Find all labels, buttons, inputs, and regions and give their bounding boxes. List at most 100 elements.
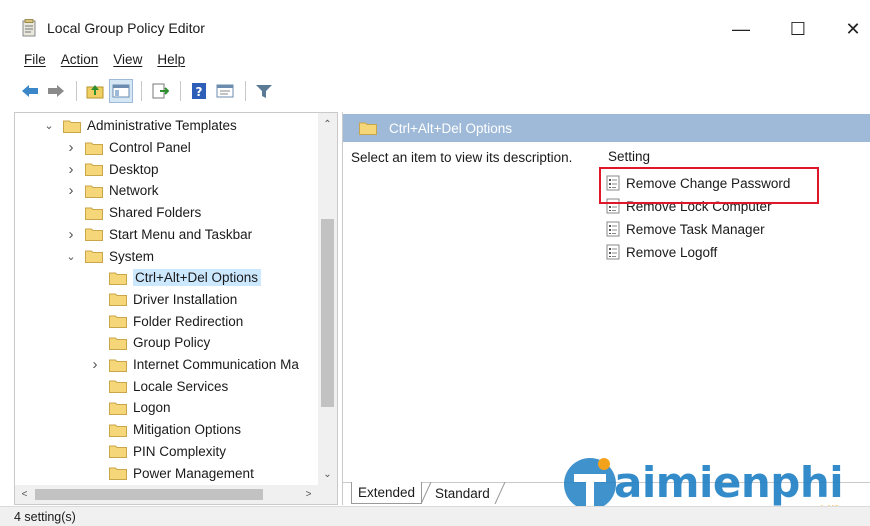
forward-arrow-icon	[48, 85, 64, 97]
folder-icon	[85, 228, 103, 242]
tree-item[interactable]: › Desktop	[69, 158, 159, 180]
description-text: Select an item to view its description.	[351, 150, 573, 165]
scroll-thumb[interactable]	[321, 219, 334, 407]
tree-item-label: Shared Folders	[109, 205, 202, 221]
tree-vertical-scrollbar[interactable]: ⌃ ⌄	[318, 113, 337, 485]
export-list-icon	[152, 83, 169, 99]
forward-button[interactable]	[44, 79, 68, 103]
scroll-up-icon[interactable]: ⌃	[318, 115, 337, 133]
title-bar: Local Group Policy Editor — ☐ ✕	[0, 0, 870, 46]
status-bar: 4 setting(s)	[0, 506, 870, 526]
up-folder-icon	[86, 85, 104, 99]
folder-icon	[85, 207, 103, 220]
show-hide-tree-button[interactable]	[109, 79, 133, 103]
tab-standard-label: Standard	[435, 485, 490, 501]
menu-help[interactable]: Help	[157, 52, 185, 67]
chevron-right-icon[interactable]: ›	[65, 161, 77, 178]
folder-icon	[109, 445, 127, 459]
tree-item[interactable]: Power Management	[109, 462, 254, 484]
setting-column-header[interactable]: Setting	[608, 149, 650, 164]
minimize-button[interactable]: —	[718, 14, 764, 44]
group-policy-app-icon	[22, 19, 36, 37]
navigation-tree-pane[interactable]: ⌄ Administrative Templates › Control Panel ›…	[14, 112, 338, 505]
tree-item[interactable]: Group Policy	[109, 332, 210, 354]
tree-item[interactable]: Ctrl+Alt+Del Options	[109, 267, 262, 289]
setting-row[interactable]: Remove Logoff	[606, 241, 717, 263]
tree-item[interactable]: › Start Menu and Taskbar	[69, 224, 253, 246]
filter-icon	[256, 85, 272, 98]
policy-setting-icon	[606, 244, 620, 260]
menu-view[interactable]: View	[113, 52, 142, 67]
highlight-box	[599, 167, 819, 204]
tree-item-label: PIN Complexity	[133, 443, 227, 459]
tree-horizontal-scrollbar[interactable]: < >	[15, 485, 337, 504]
tab-standard[interactable]: Standard	[429, 482, 496, 504]
toolbar-separator	[76, 81, 77, 101]
scroll-down-icon[interactable]: ⌄	[318, 465, 337, 483]
export-list-button[interactable]	[148, 79, 172, 103]
tab-extended[interactable]: Extended	[351, 482, 423, 504]
chevron-right-icon[interactable]: ›	[65, 226, 77, 243]
back-arrow-icon	[22, 85, 38, 97]
chevron-right-icon[interactable]: ›	[65, 139, 77, 156]
menu-action[interactable]: Action	[61, 52, 99, 67]
scroll-right-icon[interactable]: >	[299, 485, 318, 504]
tree-item[interactable]: Mitigation Options	[109, 419, 241, 441]
up-one-level-button[interactable]	[83, 79, 107, 103]
help-button[interactable]: ?	[187, 79, 211, 103]
svg-text:?: ?	[196, 85, 203, 99]
policy-setting-icon	[606, 221, 620, 237]
tree-item[interactable]: Folder Redirection	[109, 310, 243, 332]
tree-item-label: Mitigation Options	[133, 422, 242, 438]
tree-item-label: Network	[109, 183, 159, 199]
folder-icon	[85, 163, 103, 177]
chevron-right-icon[interactable]: ›	[65, 182, 77, 199]
tree-item[interactable]: › Network	[69, 180, 159, 202]
toolbar-separator	[141, 81, 142, 101]
menu-bar: File Action View Help	[0, 46, 870, 72]
minimize-icon: —	[732, 18, 750, 39]
tree-item-label: Internet Communication Ma	[133, 357, 299, 373]
window-title: Local Group Policy Editor	[47, 20, 205, 36]
chevron-right-icon[interactable]: ›	[89, 356, 101, 373]
close-button[interactable]: ✕	[830, 14, 870, 44]
folder-icon	[109, 293, 127, 307]
tree-item-label: Ctrl+Alt+Del Options	[133, 269, 262, 287]
tree-item-label: Locale Services	[133, 378, 229, 394]
tree-item[interactable]: › Control Panel	[69, 137, 191, 159]
folder-icon	[359, 122, 377, 135]
back-button[interactable]	[18, 79, 42, 103]
folder-icon	[109, 337, 127, 350]
folder-icon	[85, 185, 103, 198]
setting-label: Remove Logoff	[626, 244, 718, 260]
tree-item-label: Power Management	[133, 465, 254, 481]
tree-item[interactable]: PIN Complexity	[109, 441, 226, 463]
maximize-button[interactable]: ☐	[775, 14, 821, 44]
setting-row[interactable]: Remove Task Manager	[606, 218, 765, 240]
tree-item-label: Folder Redirection	[133, 313, 244, 329]
tree-item[interactable]: Locale Services	[109, 375, 228, 397]
tree-item[interactable]: Shared Folders	[85, 202, 201, 224]
show-hide-tree-icon	[112, 84, 130, 98]
tree-item-label: Administrative Templates	[87, 118, 237, 134]
tree-item[interactable]: Logon	[109, 397, 171, 419]
chevron-down-icon[interactable]: ⌄	[65, 250, 77, 263]
tab-extended-label: Extended	[358, 485, 416, 500]
folder-icon	[109, 359, 127, 372]
properties-button[interactable]	[213, 79, 237, 103]
tree-item[interactable]: Driver Installation	[109, 289, 237, 311]
folder-icon	[85, 142, 103, 155]
tree-item-administrative-templates[interactable]: ⌄ Administrative Templates	[44, 115, 237, 137]
scroll-left-icon[interactable]: <	[15, 485, 34, 504]
properties-icon	[216, 84, 234, 98]
filter-button[interactable]	[252, 79, 276, 103]
tree-item[interactable]: ⌄ System	[66, 245, 154, 267]
details-header-title: Ctrl+Alt+Del Options	[389, 120, 513, 136]
chevron-down-icon[interactable]: ⌄	[43, 120, 55, 132]
menu-file[interactable]: File	[24, 52, 46, 67]
toolbar: ?	[0, 74, 870, 108]
folder-icon	[109, 424, 127, 437]
folder-icon	[63, 120, 81, 133]
tree-item[interactable]: › Internet Communication Ma	[93, 354, 299, 376]
scroll-thumb[interactable]	[35, 489, 263, 500]
